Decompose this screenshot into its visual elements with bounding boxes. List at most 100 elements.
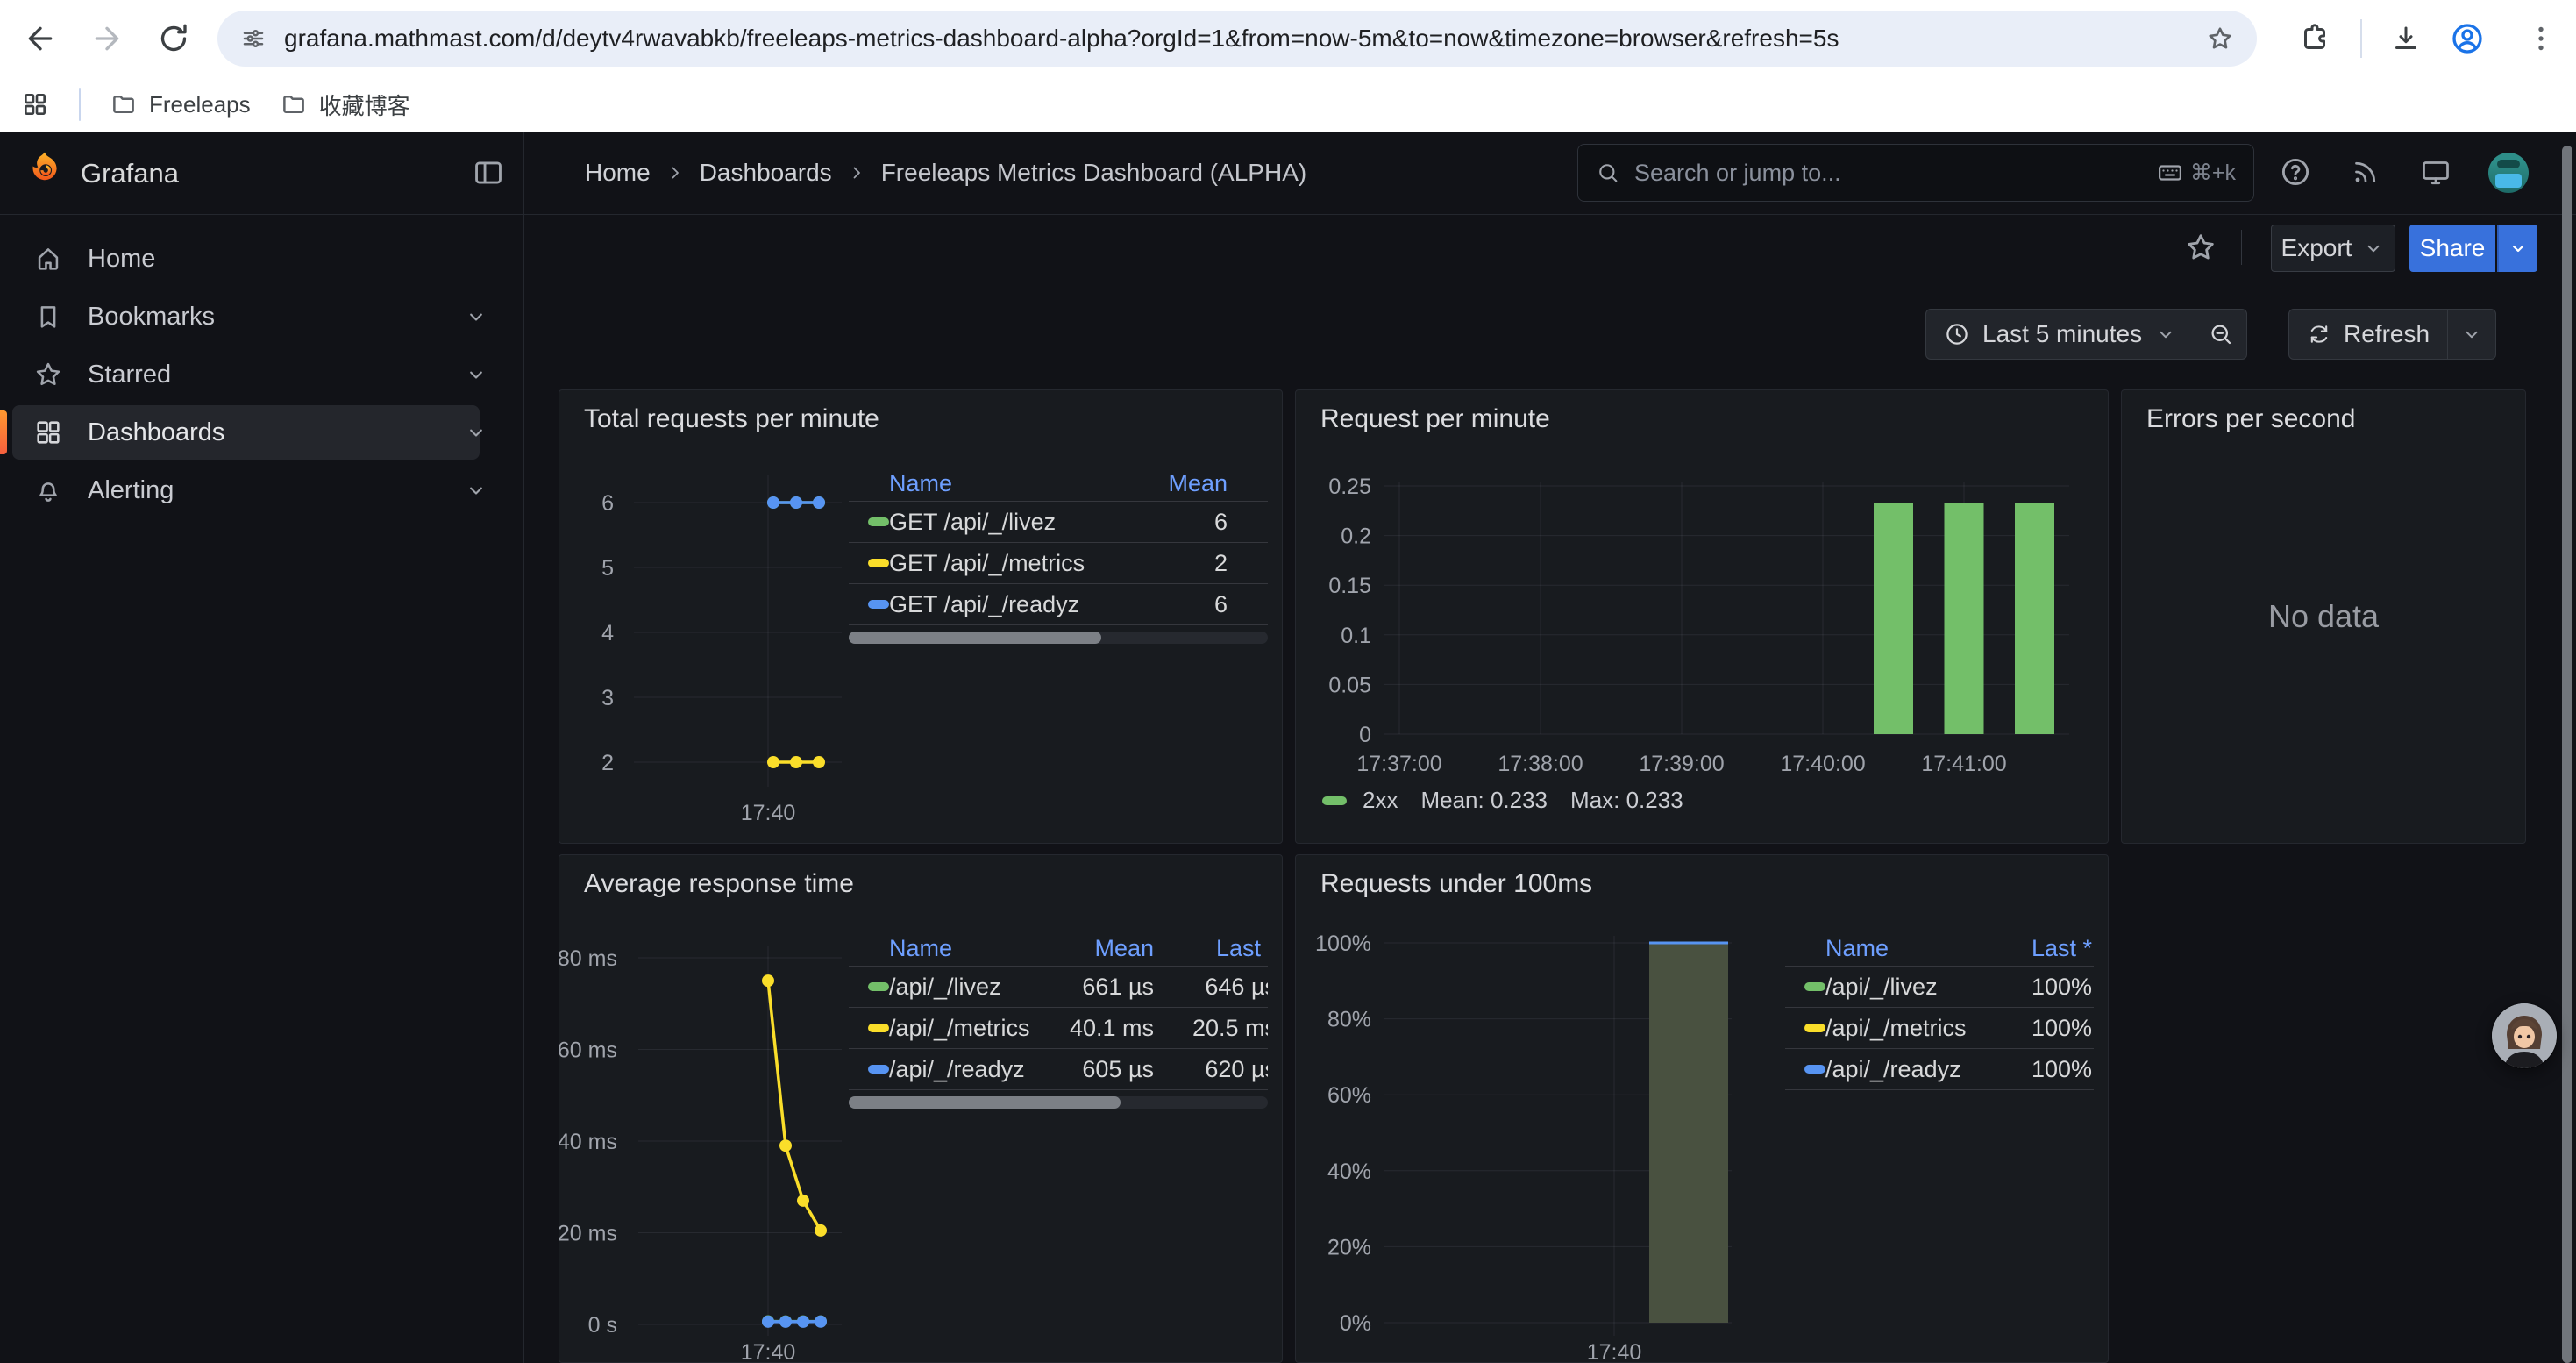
sidebar-item-bookmarks[interactable]: Bookmarks: [0, 289, 523, 344]
chevron-down-icon[interactable]: [464, 478, 488, 503]
legend-table[interactable]: NameMean GET /api/_/livez6GET /api/_/metr…: [849, 466, 1268, 644]
series-swatch: [868, 1065, 889, 1074]
legend-table[interactable]: NameMeanLast * /api/_/livez661 µs646 µs/a…: [849, 931, 1268, 1109]
panel-title[interactable]: Total requests per minute: [584, 404, 879, 434]
bookmark-star-icon[interactable]: [2206, 25, 2234, 53]
grafana-logo[interactable]: [25, 149, 65, 189]
table-row[interactable]: /api/_/livez100%: [1785, 966, 2094, 1007]
share-menu-button[interactable]: [2497, 225, 2537, 272]
reload-button[interactable]: [156, 21, 191, 56]
panel-title[interactable]: Request per minute: [1320, 404, 1550, 434]
sidebar-item-dashboards[interactable]: Dashboards: [0, 405, 523, 460]
series-value: 40.1 ms: [1042, 1015, 1156, 1042]
series-name: GET /api/_/readyz: [889, 591, 1152, 618]
table-row[interactable]: GET /api/_/readyz6: [849, 583, 1268, 624]
monitor-icon: [2420, 156, 2451, 188]
profile-button[interactable]: [2450, 21, 2485, 56]
favorite-dashboard-button[interactable]: [2181, 228, 2220, 267]
back-button[interactable]: [23, 21, 58, 56]
assistant-avatar-widget[interactable]: [2492, 1003, 2557, 1068]
column-header[interactable]: Name: [889, 935, 1042, 962]
sidebar-item-alerting[interactable]: Alerting: [0, 463, 523, 517]
series-name: /api/_/livez: [1825, 974, 1989, 1001]
svg-text:4: 4: [601, 621, 614, 646]
chevron-right-icon: [846, 162, 867, 183]
bookmark-folder-freeleaps[interactable]: Freeleaps: [110, 91, 251, 118]
table-scrollbar[interactable]: [849, 632, 1268, 644]
table-scrollbar[interactable]: [849, 1096, 1268, 1109]
time-range-picker[interactable]: Last 5 minutes: [1926, 310, 2195, 359]
downloads-button[interactable]: [2390, 23, 2422, 54]
time-range-group: Last 5 minutes: [1925, 309, 2247, 360]
download-icon: [2390, 23, 2422, 54]
chart-legend[interactable]: 2xx Mean: 0.233 Max: 0.233: [1322, 787, 1683, 814]
table-row[interactable]: GET /api/_/metrics2: [849, 542, 1268, 583]
chevron-down-icon[interactable]: [464, 362, 488, 387]
panel-title[interactable]: Requests under 100ms: [1320, 869, 1592, 899]
series-value: 646 µs: [1156, 974, 1268, 1001]
table-row[interactable]: GET /api/_/livez6: [849, 501, 1268, 542]
extensions-button[interactable]: [2299, 23, 2330, 54]
breadcrumb-home[interactable]: Home: [585, 159, 651, 187]
series-value: 2: [1152, 550, 1229, 577]
table-row[interactable]: /api/_/metrics40.1 ms20.5 ms: [849, 1007, 1268, 1048]
back-icon: [23, 21, 58, 56]
grafana-flame-icon: [25, 149, 65, 189]
column-header[interactable]: Name: [889, 470, 1152, 497]
table-row[interactable]: /api/_/readyz100%: [1785, 1048, 2094, 1089]
table-row[interactable]: /api/_/metrics100%: [1785, 1007, 2094, 1048]
table-row[interactable]: /api/_/readyz605 µs620 µs: [849, 1048, 1268, 1089]
svg-text:0%: 0%: [1340, 1311, 1371, 1336]
svg-text:0.15: 0.15: [1328, 574, 1371, 598]
column-header[interactable]: Last *: [1989, 935, 2094, 962]
home-icon: [33, 244, 63, 274]
time-range-label: Last 5 minutes: [1982, 320, 2142, 348]
column-header[interactable]: Mean: [1042, 935, 1156, 962]
breadcrumb-dashboards[interactable]: Dashboards: [700, 159, 832, 187]
user-avatar[interactable]: [2488, 153, 2529, 193]
bookmarks-divider: [79, 88, 81, 121]
search-input[interactable]: Search or jump to... ⌘+k: [1577, 144, 2254, 202]
page-scrollbar[interactable]: [2562, 146, 2572, 1363]
sidebar-item-starred[interactable]: Starred: [0, 347, 523, 402]
url-bar[interactable]: grafana.mathmast.com/d/deytv4rwavabkb/fr…: [217, 11, 2257, 67]
share-button[interactable]: Share: [2409, 225, 2495, 272]
kebab-menu-icon: [2525, 23, 2557, 54]
legend-table[interactable]: NameLast */api/_/livez100%/api/_/metrics…: [1785, 931, 2094, 1090]
svg-text:0 s: 0 s: [588, 1313, 617, 1338]
refresh-interval-button[interactable]: [2448, 310, 2495, 359]
series-value: 6: [1152, 591, 1229, 618]
forward-icon: [89, 21, 125, 56]
url-text[interactable]: grafana.mathmast.com/d/deytv4rwavabkb/fr…: [284, 25, 2188, 53]
export-button[interactable]: Export: [2271, 225, 2395, 272]
browser-menu-button[interactable]: [2525, 23, 2557, 54]
series-swatch: [1804, 1065, 1825, 1074]
brand-name: Grafana: [81, 158, 179, 189]
svg-text:17:37:00: 17:37:00: [1356, 752, 1441, 776]
column-header[interactable]: Mean: [1152, 470, 1229, 497]
zoom-out-button[interactable]: [2195, 310, 2246, 359]
star-icon: [33, 360, 63, 389]
chevron-down-icon: [2460, 323, 2483, 346]
column-header[interactable]: Last *: [1156, 935, 1268, 962]
site-settings-icon[interactable]: [240, 25, 267, 52]
news-button[interactable]: [2346, 153, 2385, 191]
chevron-down-icon[interactable]: [464, 304, 488, 329]
breadcrumb: Home Dashboards Freeleaps Metrics Dashbo…: [585, 132, 1306, 214]
apps-grid-icon[interactable]: [21, 90, 49, 118]
forward-button[interactable]: [89, 21, 125, 56]
series-value: 100%: [1989, 1056, 2094, 1083]
bookmark-folder-blogs[interactable]: 收藏博客: [281, 89, 410, 121]
sidebar-collapse-button[interactable]: [472, 156, 505, 189]
panel-title[interactable]: Average response time: [584, 869, 854, 899]
display-button[interactable]: [2416, 153, 2455, 191]
screen: grafana.mathmast.com/d/deytv4rwavabkb/fr…: [0, 0, 2576, 1363]
svg-text:0.1: 0.1: [1341, 624, 1371, 648]
panel-title[interactable]: Errors per second: [2146, 404, 2355, 434]
refresh-button[interactable]: Refresh: [2289, 310, 2447, 359]
table-row[interactable]: /api/_/livez661 µs646 µs: [849, 966, 1268, 1007]
column-header[interactable]: Name: [1825, 935, 1989, 962]
help-button[interactable]: [2276, 153, 2315, 191]
chevron-down-icon[interactable]: [464, 420, 488, 445]
sidebar-item-home[interactable]: Home: [0, 232, 523, 286]
